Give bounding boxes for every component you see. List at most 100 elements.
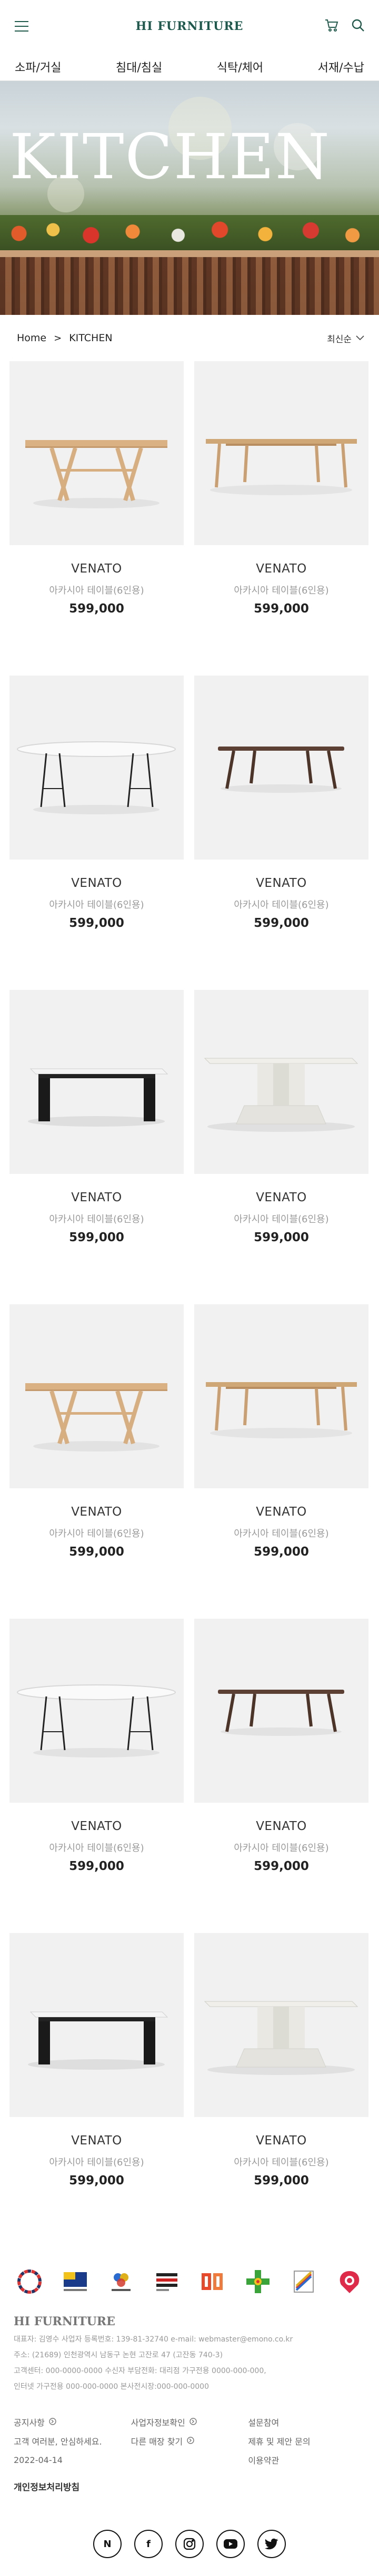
cert-logo-7-icon [288,2266,320,2297]
product-name[interactable]: VENATO [194,2134,368,2148]
product-price: 599,000 [69,602,124,616]
cert-logo-5-icon [196,2266,228,2297]
product-image[interactable] [9,1304,184,1488]
find-store-link[interactable]: 다른 매장 찾기 [131,2435,248,2447]
product-name[interactable]: VENATO [9,562,184,576]
product-description: 아카시아 테이블(6인용) [49,2157,144,2168]
product-description: 아카시아 테이블(6인용) [49,899,144,911]
product-description: 아카시아 테이블(6인용) [234,899,329,911]
search-icon[interactable] [351,18,365,35]
notice-label: 공지사항 [14,2418,45,2428]
product-card[interactable]: VENATO 아카시아 테이블(6인용) 599,000 [9,361,184,676]
product-card[interactable]: VENATO 아카시아 테이블(6인용) 599,000 [9,1304,184,1619]
company-info: 대표자: 김영수 사업자 등록번호: 139-81-32740 e-mail: … [14,2332,365,2395]
product-description: 아카시아 테이블(6인용) [234,1528,329,1539]
product-description: 아카시아 테이블(6인용) [234,2157,329,2168]
product-image[interactable] [9,990,184,1174]
company-info-line: 대표자: 김영수 사업자 등록번호: 139-81-32740 e-mail: … [14,2335,293,2344]
social-links: N f [14,2530,365,2558]
product-image[interactable] [9,676,184,860]
product-image[interactable] [194,676,368,860]
product-card[interactable]: VENATO 아카시아 테이블(6인용) 599,000 [9,990,184,1304]
top-bar: HI FURNITURE [0,0,379,53]
category-dining[interactable]: 식탁/체어 [217,58,263,75]
category-study[interactable]: 서재/수납 [318,58,364,75]
product-name[interactable]: VENATO [9,1191,184,1204]
product-card[interactable]: VENATO 아카시아 테이블(6인용) 599,000 [194,1619,368,1933]
product-description: 아카시아 테이블(6인용) [49,1214,144,1225]
product-name[interactable]: VENATO [9,2134,184,2148]
find-store-label: 다른 매장 찾기 [131,2437,183,2447]
twitter-icon[interactable] [257,2530,286,2558]
product-grid: VENATO 아카시아 테이블(6인용) 599,000 VENATO 아카시아… [0,361,379,2247]
notice-link[interactable]: 공지사항 [14,2416,131,2428]
product-image[interactable] [194,990,368,1174]
link-arrow-icon [187,2436,194,2446]
hamburger-icon[interactable] [15,21,28,32]
product-image[interactable] [9,361,184,545]
terms-link[interactable]: 이용약관 [248,2454,365,2466]
hero-title: KITCHEN [9,120,331,193]
cert-logo-6-icon [242,2266,274,2297]
biz-check-label: 사업자정보확인 [131,2418,185,2428]
product-name[interactable]: VENATO [194,1505,368,1519]
product-card[interactable]: VENATO 아카시아 테이블(6인용) 599,000 [9,676,184,990]
partnership-link[interactable]: 제휴 및 제안 문의 [248,2435,365,2447]
product-image[interactable] [9,1619,184,1803]
product-image[interactable] [194,1619,368,1803]
product-description: 아카시아 테이블(6인용) [234,585,329,596]
product-image[interactable] [194,1304,368,1488]
product-price: 599,000 [254,1859,309,1873]
product-card[interactable]: VENATO 아카시아 테이블(6인용) 599,000 [194,990,368,1304]
youtube-icon[interactable] [216,2530,245,2558]
notice-subtitle[interactable]: 고객 여러분, 안심하세요. [14,2435,131,2447]
product-description: 아카시아 테이블(6인용) [234,1843,329,1854]
cert-logo-3-icon [105,2266,137,2297]
product-price: 599,000 [69,1545,124,1559]
product-name[interactable]: VENATO [9,876,184,890]
product-image[interactable] [194,1933,368,2117]
naver-icon[interactable]: N [93,2530,122,2558]
product-card[interactable]: VENATO 아카시아 테이블(6인용) 599,000 [194,1304,368,1619]
biz-check-link[interactable]: 사업자정보확인 [131,2416,248,2428]
cart-icon[interactable] [324,18,339,35]
hero-banner: KITCHEN [0,81,379,315]
product-card[interactable]: VENATO 아카시아 테이블(6인용) 599,000 [9,1933,184,2247]
product-name[interactable]: VENATO [194,562,368,576]
breadcrumb: Home > KITCHEN [17,332,113,344]
link-arrow-icon [190,2417,197,2427]
product-card[interactable]: VENATO 아카시아 테이블(6인용) 599,000 [194,676,368,990]
product-name[interactable]: VENATO [194,1191,368,1204]
product-price: 599,000 [254,916,309,930]
product-image[interactable] [194,361,368,545]
sort-dropdown[interactable]: 최신순 [327,332,364,345]
product-price: 599,000 [254,1545,309,1559]
product-description: 아카시아 테이블(6인용) [49,1843,144,1854]
product-name[interactable]: VENATO [194,876,368,890]
product-card[interactable]: VENATO 아카시아 테이블(6인용) 599,000 [9,1619,184,1933]
breadcrumb-current: KITCHEN [69,332,113,344]
product-image[interactable] [9,1933,184,2117]
survey-link[interactable]: 설문참여 [248,2416,365,2428]
product-name[interactable]: VENATO [9,1819,184,1833]
flowers-image [0,215,379,252]
product-name[interactable]: VENATO [194,1819,368,1833]
breadcrumb-separator: > [54,332,62,344]
category-living[interactable]: 소파/거실 [15,58,61,75]
company-info-line: 주소: (21689) 인천광역시 남동구 논현 고잔로 47 (고잔동 740… [14,2351,223,2359]
company-info-line: 고객센터: 000-0000-0000 수신자 부담전화: 대리점 가구전용 0… [14,2367,266,2375]
footer: HI FURNITURE 대표자: 김영수 사업자 등록번호: 139-81-3… [0,2253,379,2576]
product-name[interactable]: VENATO [9,1505,184,1519]
cert-logo-1-icon [14,2266,45,2297]
category-bedroom[interactable]: 침대/침실 [116,58,162,75]
facebook-icon[interactable]: f [134,2530,163,2558]
privacy-policy-link[interactable]: 개인정보처리방침 [14,2480,365,2493]
footer-brand: HI FURNITURE [14,2315,115,2328]
product-card[interactable]: VENATO 아카시아 테이블(6인용) 599,000 [194,361,368,676]
product-card[interactable]: VENATO 아카시아 테이블(6인용) 599,000 [194,1933,368,2247]
product-description: 아카시아 테이블(6인용) [49,585,144,596]
breadcrumb-home[interactable]: Home [17,332,46,344]
brand-logo[interactable]: HI FURNITURE [136,19,244,33]
footer-links: 공지사항 사업자정보확인 설문참여 고객 여러분, 안심하세요. 다른 매장 찾… [14,2416,365,2466]
instagram-icon[interactable] [175,2530,204,2558]
